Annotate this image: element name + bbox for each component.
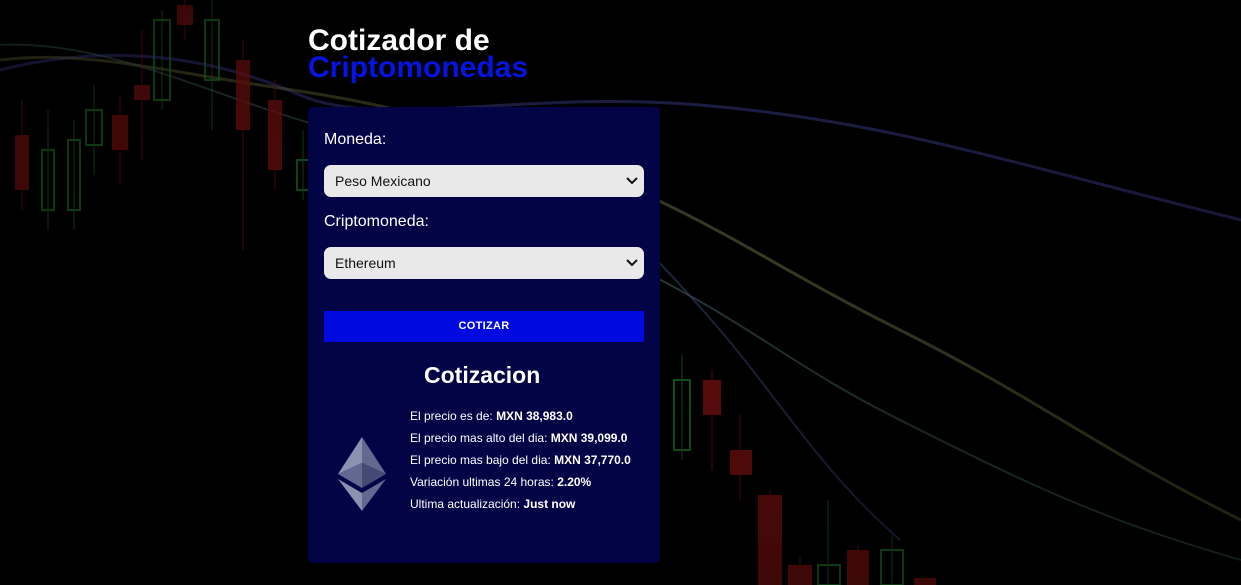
change-row: Variación ultimas 24 horas: 2.20%: [410, 475, 592, 489]
currency-select[interactable]: Peso Mexicano: [324, 165, 644, 197]
updated-value: Just now: [523, 497, 576, 511]
crypto-select-value: Ethereum: [335, 255, 396, 271]
ethereum-logo-icon: [338, 437, 386, 511]
updated-row: Ultima actualización: Just now: [410, 497, 576, 511]
cotizar-button[interactable]: COTIZAR: [324, 311, 644, 342]
low-value: MXN 37,770.0: [554, 453, 631, 467]
quote-details: El precio es de: MXN 38,983.0 El precio …: [410, 409, 650, 519]
crypto-select[interactable]: Ethereum: [324, 247, 644, 279]
currency-select-value: Peso Mexicano: [335, 173, 431, 189]
price-value: MXN 38,983.0: [496, 409, 573, 423]
price-row: El precio es de: MXN 38,983.0: [410, 409, 573, 423]
high-row: El precio mas alto del dia: MXN 39,099.0: [410, 431, 628, 445]
currency-label: Moneda:: [324, 131, 387, 148]
page-title: Cotizador de Criptomonedas: [308, 24, 529, 84]
page-title-line2: Criptomonedas: [308, 51, 529, 84]
chevron-down-icon: [626, 259, 638, 267]
result-title: Cotizacion: [424, 362, 541, 388]
quote-form-card: Moneda: Peso Mexicano Criptomoneda: Ethe…: [308, 107, 660, 563]
crypto-label: Criptomoneda:: [324, 213, 429, 230]
change-value: 2.20%: [557, 475, 592, 489]
page-title-line1: Cotizador de: [308, 24, 490, 57]
chevron-down-icon: [626, 177, 638, 185]
high-value: MXN 39,099.0: [550, 431, 628, 445]
low-row: El precio mas bajo del dia: MXN 37,770.0: [410, 453, 631, 467]
